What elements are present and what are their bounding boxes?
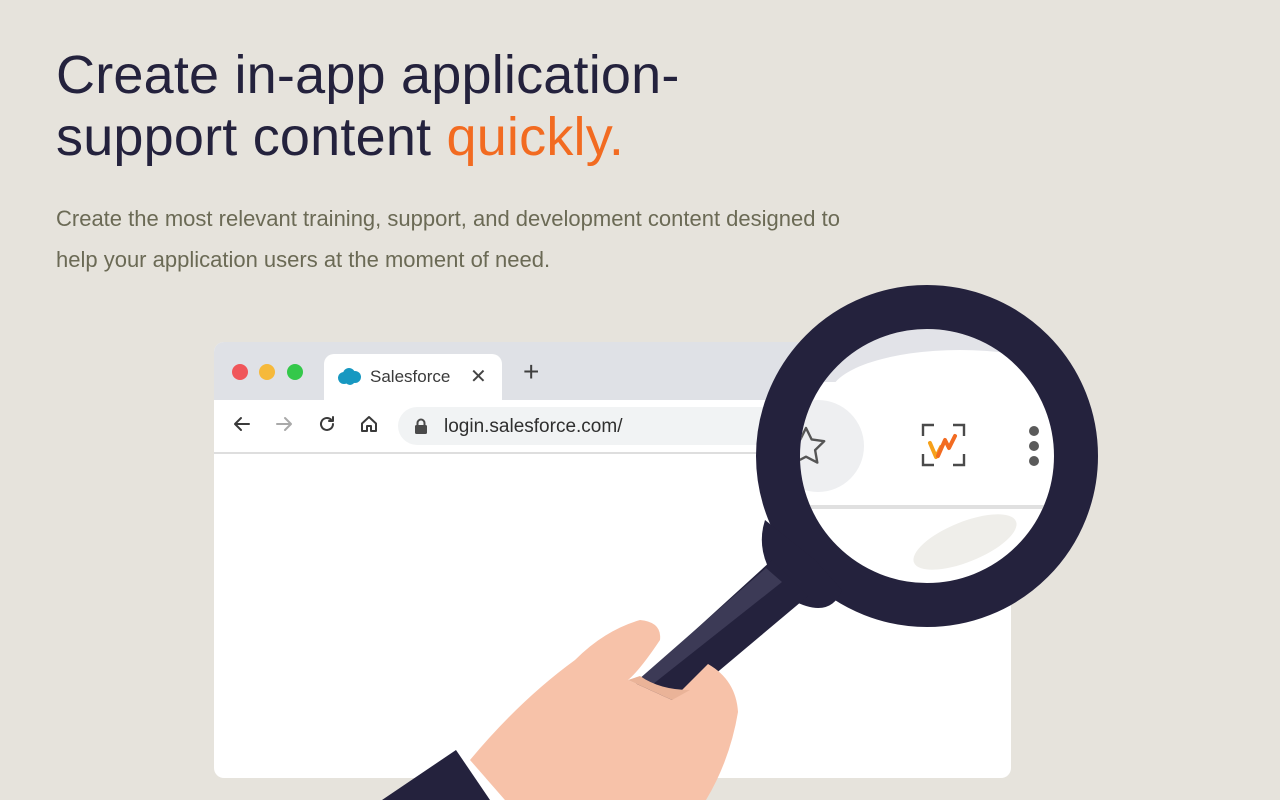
reload-icon[interactable]: [317, 414, 337, 439]
promo-page: Create in-app application-support conten…: [0, 0, 1280, 800]
maximize-window-dot[interactable]: [287, 364, 303, 380]
address-bar[interactable]: login.salesforce.com/: [398, 407, 838, 445]
close-window-dot[interactable]: [232, 364, 248, 380]
home-icon[interactable]: [359, 414, 379, 439]
tab-bar: Salesforce ✕ +: [214, 342, 1011, 400]
browser-window: Salesforce ✕ + login.salesforce.com/: [214, 342, 1011, 778]
browser-toolbar: login.salesforce.com/: [214, 400, 1011, 454]
arrow-right-icon[interactable]: [274, 414, 294, 439]
new-tab-button[interactable]: +: [523, 358, 539, 386]
arrow-left-icon[interactable]: [232, 414, 252, 439]
subtitle: Create the most relevant training, suppo…: [56, 206, 840, 272]
tab-close-icon[interactable]: ✕: [470, 364, 487, 389]
headline-accent: quickly.: [446, 107, 625, 167]
minimize-window-dot[interactable]: [259, 364, 275, 380]
headline: Create in-app application-support conten…: [56, 44, 816, 168]
kebab-menu-icon[interactable]: [1029, 426, 1039, 466]
salesforce-cloud-icon: [336, 367, 362, 392]
url-text: login.salesforce.com/: [444, 416, 623, 437]
tab-label: Salesforce: [370, 367, 451, 386]
lock-icon: [414, 418, 428, 439]
tab-salesforce[interactable]: Salesforce ✕: [324, 354, 502, 400]
